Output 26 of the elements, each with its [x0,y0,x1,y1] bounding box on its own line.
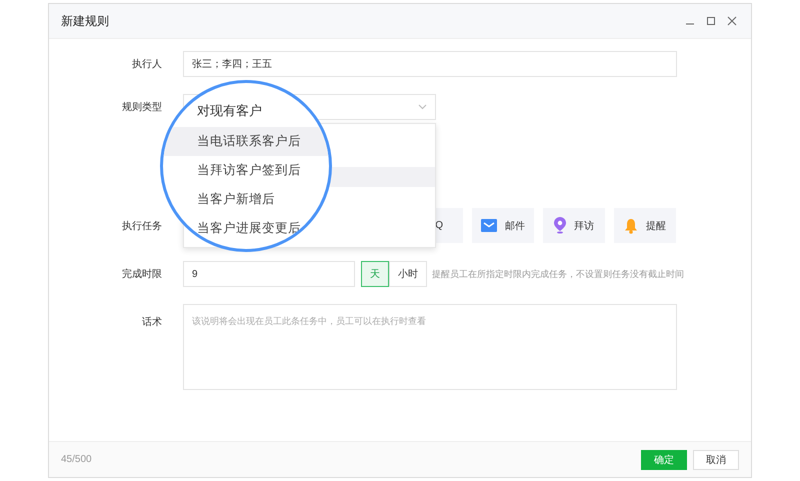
dropdown-option[interactable]: 当电话联系客户后 [163,127,329,156]
close-icon[interactable] [727,16,737,26]
maximize-icon[interactable] [706,16,716,26]
character-counter: 45/500 [61,454,92,465]
dropdown-option[interactable]: 当客户新增后 [163,185,329,214]
field-label: 规则类型 [121,100,163,114]
task-button[interactable]: 拜访 [543,208,605,243]
unit-toggle[interactable]: 小时 [389,261,427,287]
chevron-icon [418,104,427,110]
dropdown-option[interactable]: 当拜访客户签到后 [163,156,329,185]
task-button[interactable]: 邮件 [472,208,534,243]
bell-icon [624,218,638,234]
field-label: 话术 [141,316,163,329]
script-textarea[interactable]: 该说明将会出现在员工此条任务中，员工可以在执行时查看 [183,304,677,390]
cancel-button[interactable]: 取消 [693,450,739,470]
executor-field[interactable]: 张三；李四；王五 [183,51,677,77]
deadline-field[interactable]: 9 [183,261,355,287]
hint-text: 提醒员工在所指定时限内完成任务，不设置则任务没有截止时间 [432,268,684,280]
field-label: 完成时限 [121,268,163,281]
task-button[interactable]: 提醒 [614,208,676,243]
field-label: 执行任务 [121,220,163,232]
envelope-icon [481,219,497,232]
location-pin-icon [554,217,566,234]
select-value-text: 对现有客户 [197,102,262,120]
window-title: 新建规则 [61,12,109,30]
field-label: 执行人 [131,58,163,71]
